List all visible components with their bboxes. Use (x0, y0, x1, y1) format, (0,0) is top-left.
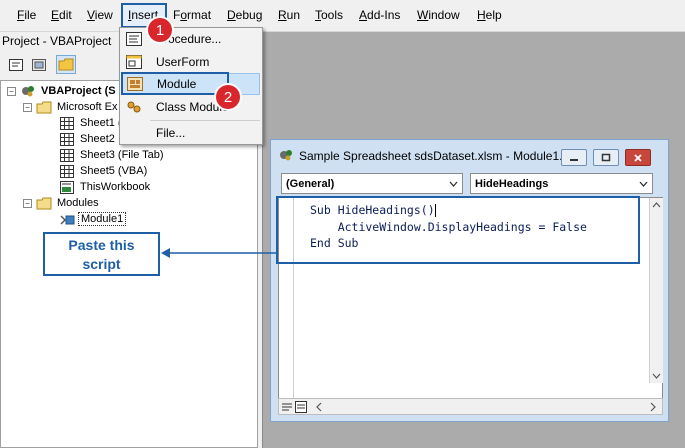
view-object-button[interactable] (29, 55, 49, 74)
tree-node-thisworkbook[interactable]: ThisWorkbook (59, 179, 152, 195)
callout-line-2: script (82, 256, 121, 272)
collapse-icon[interactable]: − (23, 198, 32, 208)
workbook-icon (59, 180, 75, 194)
tree-node-vbaproject[interactable]: − VBAProject (S (7, 83, 118, 99)
menu-help[interactable]: Help (477, 8, 502, 22)
code-highlight-box (276, 196, 640, 264)
code-window-titlebar[interactable]: Sample Spreadsheet sdsDataset.xlsm - Mod… (271, 140, 668, 170)
tree-label: Sheet3 (File Tab) (80, 149, 164, 161)
tree-node-sheet2[interactable]: Sheet2 (59, 131, 117, 147)
menu-file[interactable]: File (17, 8, 36, 22)
menu-item-label: File... (156, 126, 186, 140)
class-module-icon (126, 100, 142, 114)
worksheet-icon (59, 148, 75, 162)
object-dropdown[interactable]: (General) (281, 173, 463, 194)
callout-line-1: Paste this (68, 237, 135, 253)
tree-label: Microsoft Ex (57, 101, 118, 113)
menu-tools[interactable]: Tools (315, 8, 343, 22)
view-object-icon (32, 58, 46, 71)
scroll-left-icon[interactable] (314, 401, 324, 413)
code-window: Sample Spreadsheet sdsDataset.xlsm - Mod… (270, 139, 669, 422)
scroll-up-icon[interactable] (650, 200, 663, 210)
procedure-icon (126, 32, 142, 46)
menu-debug[interactable]: Debug (227, 8, 262, 22)
tree-label: Module1 (78, 212, 127, 226)
horizontal-scrollbar[interactable] (278, 398, 663, 415)
tree-label: Sheet2 (80, 133, 115, 145)
worksheet-icon (59, 164, 75, 178)
menu-item-userform[interactable]: UserForm (122, 51, 260, 73)
close-button[interactable] (625, 149, 651, 166)
menu-run[interactable]: Run (278, 8, 300, 22)
code-window-title: Sample Spreadsheet sdsDataset.xlsm - Mod… (299, 149, 570, 163)
procedure-dropdown[interactable]: HideHeadings (470, 173, 653, 194)
collapse-icon[interactable]: − (23, 102, 32, 112)
paste-script-callout: Paste this script (43, 232, 160, 276)
module-item-highlight-box (121, 72, 229, 95)
chevron-down-icon[interactable] (635, 174, 652, 193)
tree-label: Modules (57, 197, 99, 209)
vertical-scrollbar[interactable] (649, 198, 663, 383)
procedure-view-icon[interactable] (281, 401, 293, 413)
menu-add-ins[interactable]: Add-Ins (359, 8, 400, 22)
module-icon (59, 212, 75, 226)
tree-node-module1[interactable]: Module1 (59, 211, 127, 227)
menu-item-label: UserForm (156, 55, 210, 69)
tree-node-microsoft-excel-objects[interactable]: − Microsoft Ex (23, 99, 120, 115)
minimize-icon (570, 158, 578, 161)
step-1-badge: 1 (148, 18, 172, 42)
restore-icon (601, 153, 611, 162)
close-icon (634, 153, 642, 162)
folder-icon (58, 58, 74, 71)
menu-separator (150, 120, 260, 121)
menu-item-procedure[interactable]: Procedure... (122, 28, 260, 50)
step-2-badge: 2 (216, 85, 240, 109)
worksheet-icon (59, 116, 75, 130)
tree-label: ThisWorkbook (80, 181, 151, 193)
collapse-icon[interactable]: − (7, 86, 16, 96)
full-module-view-icon[interactable] (295, 401, 307, 413)
tree-node-sheet3[interactable]: Sheet3 (File Tab) (59, 147, 166, 163)
procedure-dropdown-value: HideHeadings (475, 177, 549, 190)
userform-icon (126, 55, 142, 69)
menu-window[interactable]: Window (417, 8, 460, 22)
menu-view[interactable]: View (87, 8, 113, 22)
tree-node-modules[interactable]: − Modules (23, 195, 101, 211)
tree-node-sheet1[interactable]: Sheet1 ( (59, 115, 124, 131)
menu-format[interactable]: Format (173, 8, 211, 22)
view-code-icon (9, 58, 23, 71)
minimize-button[interactable] (561, 149, 587, 166)
vba-project-icon (20, 84, 36, 98)
restore-button[interactable] (593, 149, 619, 166)
folder-icon (36, 100, 52, 114)
toggle-folders-button[interactable] (56, 55, 76, 74)
tree-node-sheet5[interactable]: Sheet5 (VBA) (59, 163, 149, 179)
tree-label: Sheet5 (VBA) (80, 165, 148, 177)
folder-icon (36, 196, 52, 210)
worksheet-icon (59, 132, 75, 146)
tree-label: Sheet1 ( (80, 117, 122, 129)
tree-label: VBAProject (S (41, 85, 116, 97)
vba-project-icon (278, 148, 294, 165)
menu-edit[interactable]: Edit (51, 8, 72, 22)
callout-arrow (161, 248, 276, 258)
view-code-button[interactable] (6, 55, 26, 74)
scroll-down-icon[interactable] (650, 371, 663, 381)
object-dropdown-value: (General) (286, 177, 335, 190)
scroll-right-icon[interactable] (648, 401, 658, 413)
menu-bar: File Edit View Insert Format Debug Run T… (0, 0, 685, 32)
menu-item-file[interactable]: File... (122, 122, 260, 144)
chevron-down-icon[interactable] (445, 174, 462, 193)
